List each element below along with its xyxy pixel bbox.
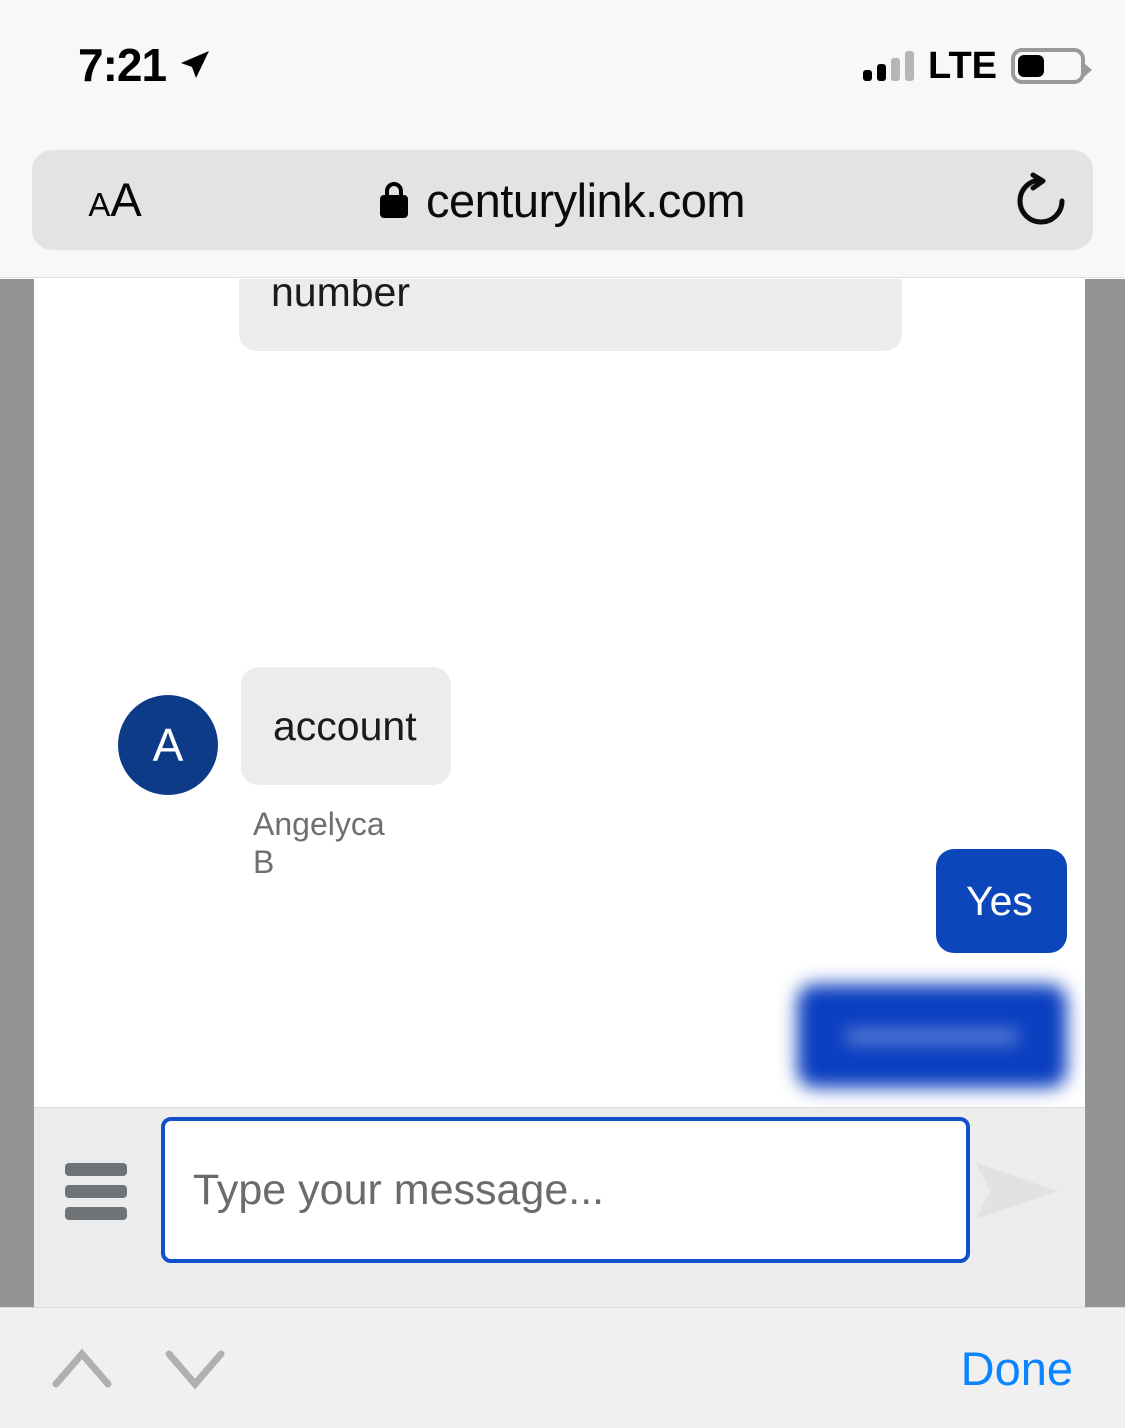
chat-widget: number A account Angelyca B Yes ••••••••… <box>34 279 1085 1307</box>
hamburger-menu-icon[interactable] <box>65 1163 127 1220</box>
chevron-down-icon[interactable] <box>155 1336 235 1402</box>
status-indicators: LTE <box>863 44 1092 88</box>
battery-icon <box>1011 48 1092 84</box>
chat-message-outgoing-redacted: •••••••••••• <box>797 984 1067 1088</box>
message-bubble: account <box>241 667 451 785</box>
browser-toolbar: AA centurylink.com <box>0 120 1125 278</box>
message-bubble: Yes <box>936 849 1067 953</box>
network-type-label: LTE <box>928 45 997 87</box>
address-bar[interactable]: AA centurylink.com <box>32 150 1093 250</box>
reload-icon[interactable] <box>1011 172 1071 230</box>
message-bubble-blurred: •••••••••••• <box>797 984 1067 1088</box>
status-bar: 7:21 LTE <box>0 0 1125 120</box>
chat-message-outgoing: Yes <box>936 849 1067 953</box>
signal-strength-icon <box>863 51 915 81</box>
lock-icon <box>380 182 408 218</box>
message-input[interactable] <box>161 1117 970 1263</box>
chat-composer <box>34 1107 1085 1307</box>
status-time: 7:21 <box>78 39 167 91</box>
done-button[interactable]: Done <box>961 1338 1073 1400</box>
chat-message-list[interactable]: number A account Angelyca B Yes ••••••••… <box>34 279 1085 1105</box>
web-page-viewport: number A account Angelyca B Yes ••••••••… <box>0 279 1125 1307</box>
address-bar-content: centurylink.com <box>32 150 1093 250</box>
url-text: centurylink.com <box>426 173 746 227</box>
chat-message-incoming: number <box>239 279 902 351</box>
avatar: A <box>118 695 218 795</box>
message-sender-name: Angelyca B <box>253 806 385 880</box>
send-arrow-icon[interactable] <box>972 1155 1064 1227</box>
location-arrow-icon <box>181 51 209 78</box>
chevron-up-icon[interactable] <box>42 1336 122 1402</box>
keyboard-accessory-bar: Done <box>0 1307 1125 1428</box>
message-bubble: number <box>239 279 902 351</box>
